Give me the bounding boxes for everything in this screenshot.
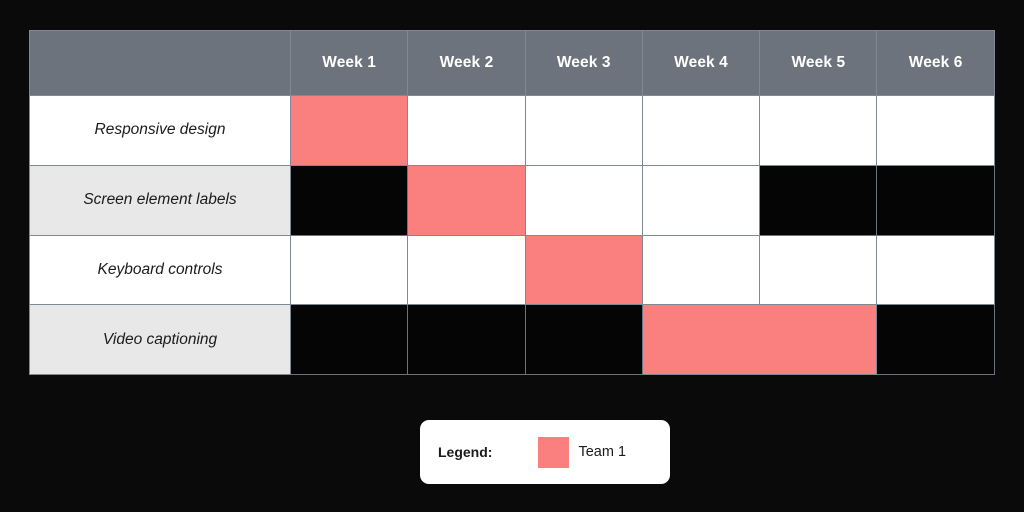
gantt-bar-screen-element-labels-week-2 [407, 164, 526, 236]
table-row: Screen element labels [29, 164, 995, 236]
gantt-cell-responsive-design-week-5 [759, 95, 878, 166]
gantt-chart: Week 1 Week 2 Week 3 Week 4 Week 5 Week … [29, 30, 995, 375]
gantt-cell-responsive-design-week-6 [876, 95, 995, 166]
table-row: Responsive design [29, 95, 995, 166]
legend-title: Legend: [438, 444, 493, 460]
row-label-screen-element-labels: Screen element labels [29, 164, 291, 236]
header-row: Week 1 Week 2 Week 3 Week 4 Week 5 Week … [29, 30, 995, 96]
column-header-week-6: Week 6 [876, 30, 995, 96]
row-label-responsive-design: Responsive design [29, 95, 291, 166]
gantt-cell-video-captioning-week-6 [876, 304, 995, 375]
gantt-cell-screen-element-labels-week-6 [876, 164, 995, 236]
gantt-cell-responsive-design-week-3 [524, 95, 643, 166]
gantt-cell-keyboard-controls-week-2 [407, 234, 526, 306]
gantt-cell-keyboard-controls-week-5 [759, 234, 878, 306]
gantt-cell-keyboard-controls-week-6 [876, 234, 995, 306]
gantt-cell-video-captioning-week-3 [524, 304, 643, 375]
table-body: Responsive design Screen element labels … [29, 95, 995, 375]
gantt-bar-responsive-design-week-1 [289, 95, 409, 166]
column-header-week-4: Week 4 [641, 30, 761, 96]
gantt-table: Week 1 Week 2 Week 3 Week 4 Week 5 Week … [29, 30, 995, 375]
gantt-cell-screen-element-labels-week-1 [289, 164, 409, 236]
gantt-cell-responsive-design-week-2 [407, 95, 526, 166]
gantt-cell-keyboard-controls-week-1 [289, 234, 409, 306]
gantt-cell-screen-element-labels-week-5 [759, 164, 878, 236]
header-corner-cell [29, 30, 291, 96]
row-label-video-captioning: Video captioning [29, 304, 291, 375]
legend-entry-team-1: Team 1 [538, 436, 627, 468]
table-row: Video captioning [29, 304, 995, 375]
column-header-week-1: Week 1 [289, 30, 409, 96]
legend-swatch-icon [538, 436, 570, 468]
legend-entry-label: Team 1 [578, 444, 627, 460]
gantt-cell-video-captioning-week-2 [407, 304, 526, 375]
table-row: Keyboard controls [29, 234, 995, 306]
column-header-week-3: Week 3 [524, 30, 643, 96]
gantt-bar-keyboard-controls-week-3 [524, 234, 643, 306]
gantt-cell-screen-element-labels-week-3 [524, 164, 643, 236]
gantt-cell-keyboard-controls-week-4 [641, 234, 761, 306]
gantt-cell-screen-element-labels-week-4 [641, 164, 761, 236]
gantt-cell-video-captioning-week-1 [289, 304, 409, 375]
column-header-week-5: Week 5 [759, 30, 878, 96]
legend-box: Legend: Team 1 [420, 420, 670, 484]
table-header: Week 1 Week 2 Week 3 Week 4 Week 5 Week … [29, 30, 995, 96]
gantt-bar-video-captioning-week-4-to-week-5 [641, 304, 878, 375]
gantt-cell-responsive-design-week-4 [641, 95, 761, 166]
row-label-keyboard-controls: Keyboard controls [29, 234, 291, 306]
column-header-week-2: Week 2 [407, 30, 526, 96]
